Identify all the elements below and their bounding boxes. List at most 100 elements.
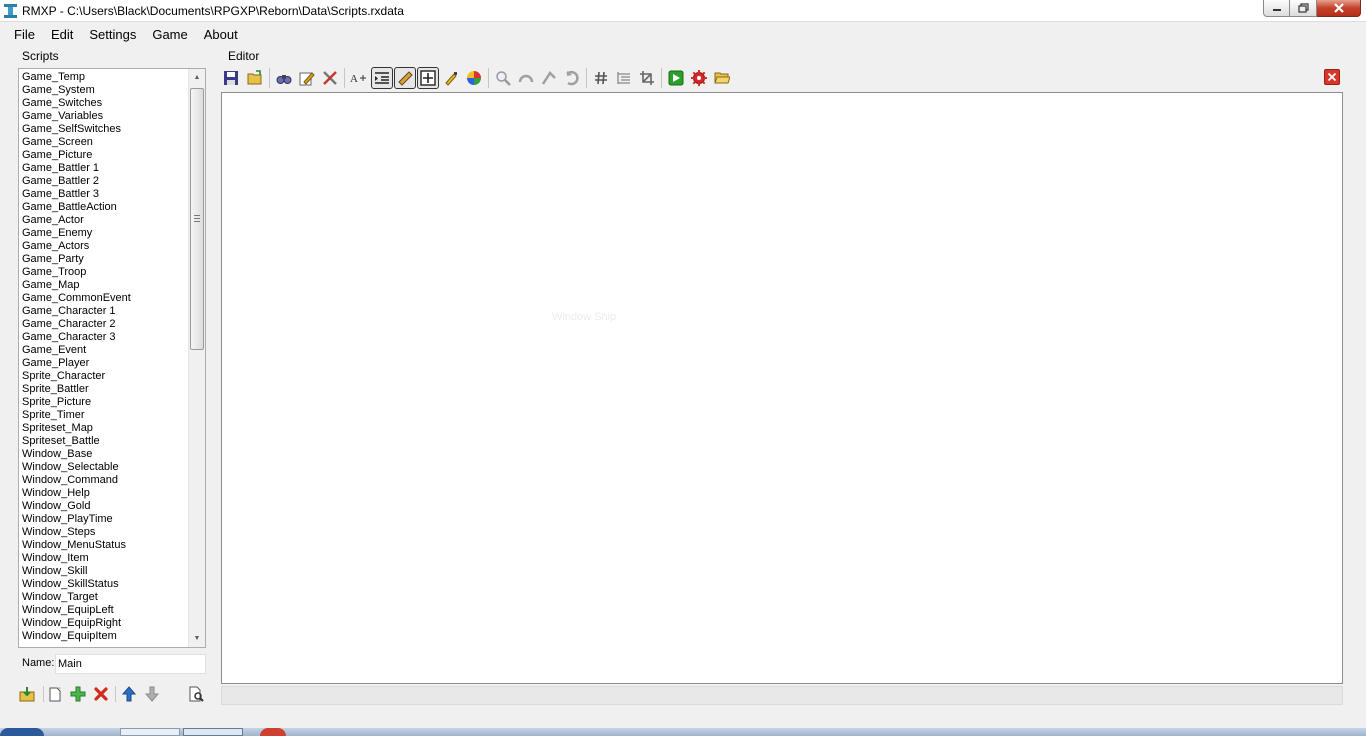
color-button[interactable]: [463, 67, 485, 89]
list-item[interactable]: Window_SkillStatus: [19, 578, 187, 591]
add-script-button[interactable]: [68, 684, 88, 704]
list-item[interactable]: Game_BattleAction: [19, 201, 187, 214]
scroll-up-arrow-icon[interactable]: ▲: [189, 69, 205, 86]
menu-game[interactable]: Game: [144, 23, 195, 45]
list-item[interactable]: Window_EquipRight: [19, 617, 187, 630]
list-item[interactable]: Game_Character 3: [19, 331, 187, 344]
scripts-scrollbar[interactable]: ▲ ▼: [188, 69, 205, 647]
list-item[interactable]: Window_Skill: [19, 565, 187, 578]
list-item[interactable]: Game_Picture: [19, 149, 187, 162]
font-button[interactable]: A: [348, 67, 370, 89]
menu-bar: File Edit Settings Game About: [0, 23, 246, 45]
menu-file[interactable]: File: [0, 23, 43, 45]
menu-settings[interactable]: Settings: [81, 23, 144, 45]
plus-icon: [70, 686, 86, 702]
crop-button[interactable]: [636, 67, 658, 89]
list-item[interactable]: Game_Player: [19, 357, 187, 370]
redo-button[interactable]: [561, 67, 583, 89]
word-wrap-toggle-button[interactable]: [394, 67, 416, 89]
list-item[interactable]: Spriteset_Map: [19, 422, 187, 435]
list-item[interactable]: Sprite_Character: [19, 370, 187, 383]
zoom-button[interactable]: [492, 67, 514, 89]
highlight-button[interactable]: [440, 67, 462, 89]
maximize-button[interactable]: [1290, 0, 1317, 17]
list-item[interactable]: Game_Enemy: [19, 227, 187, 240]
scripts-list[interactable]: Game_Temp Game_System Game_Switches Game_Va…: [18, 68, 206, 648]
code-editor[interactable]: Window Snip: [221, 92, 1343, 684]
list-item[interactable]: Game_CommonEvent: [19, 292, 187, 305]
list-item[interactable]: Game_Character 1: [19, 305, 187, 318]
goto-button[interactable]: [538, 67, 560, 89]
list-item[interactable]: Game_Troop: [19, 266, 187, 279]
find-script-button[interactable]: [186, 684, 206, 704]
delete-script-button[interactable]: [91, 684, 111, 704]
move-down-button[interactable]: [142, 684, 162, 704]
minimize-button[interactable]: [1263, 0, 1290, 17]
outline-button[interactable]: [613, 67, 635, 89]
list-item[interactable]: Window_EquipItem: [19, 630, 187, 643]
folder-icon: [714, 72, 730, 84]
list-item[interactable]: Sprite_Timer: [19, 409, 187, 422]
list-item[interactable]: Window_Base: [19, 448, 187, 461]
list-item[interactable]: Game_Switches: [19, 97, 187, 110]
list-item[interactable]: Window_Help: [19, 487, 187, 500]
list-item[interactable]: Window_Gold: [19, 500, 187, 513]
list-item[interactable]: Window_Item: [19, 552, 187, 565]
list-item[interactable]: Window_EquipLeft: [19, 604, 187, 617]
list-item[interactable]: Game_Battler 1: [19, 162, 187, 175]
binoculars-icon: [276, 75, 292, 84]
scrollbar-thumb[interactable]: [190, 88, 204, 350]
import-script-button[interactable]: [17, 684, 37, 704]
hash-icon: [595, 71, 607, 85]
menu-edit[interactable]: Edit: [43, 23, 81, 45]
list-item[interactable]: Spriteset_Battle: [19, 435, 187, 448]
list-item[interactable]: Game_Event: [19, 344, 187, 357]
list-item[interactable]: Game_System: [19, 84, 187, 97]
line-numbers-button[interactable]: [590, 67, 612, 89]
list-item[interactable]: Window_Target: [19, 591, 187, 604]
move-up-button[interactable]: [119, 684, 139, 704]
open-button[interactable]: [244, 67, 266, 89]
settings-button[interactable]: [688, 67, 710, 89]
taskbar-app-icon[interactable]: [260, 728, 286, 736]
grid-toggle-button[interactable]: [417, 67, 439, 89]
list-item[interactable]: Window_Command: [19, 474, 187, 487]
menu-about[interactable]: About: [196, 23, 246, 45]
tools-button[interactable]: [319, 67, 341, 89]
list-item[interactable]: Game_Battler 2: [19, 175, 187, 188]
open-folder-button[interactable]: [711, 67, 733, 89]
edit-button[interactable]: [296, 67, 318, 89]
list-item[interactable]: Sprite_Battler: [19, 383, 187, 396]
close-editor-button[interactable]: [1324, 69, 1340, 85]
list-item[interactable]: Game_Screen: [19, 136, 187, 149]
list-item[interactable]: Game_Temp: [19, 71, 187, 84]
scroll-down-arrow-icon[interactable]: ▼: [189, 630, 205, 647]
list-item[interactable]: Window_MenuStatus: [19, 539, 187, 552]
scrollbar-grip-icon: [194, 215, 200, 222]
taskbar-button[interactable]: [120, 728, 180, 736]
toolbar-separator: [661, 68, 662, 88]
start-orb-icon[interactable]: [0, 728, 44, 736]
save-button[interactable]: [220, 67, 242, 89]
list-item[interactable]: Window_PlayTime: [19, 513, 187, 526]
taskbar-button[interactable]: [183, 728, 243, 736]
list-item[interactable]: Window_Steps: [19, 526, 187, 539]
new-script-button[interactable]: [45, 684, 65, 704]
list-item[interactable]: Game_Variables: [19, 110, 187, 123]
list-item[interactable]: Game_Party: [19, 253, 187, 266]
list-item[interactable]: Window_Selectable: [19, 461, 187, 474]
list-item[interactable]: Game_Actor: [19, 214, 187, 227]
undo-button[interactable]: [515, 67, 537, 89]
script-name-input[interactable]: [55, 654, 206, 674]
replace-button[interactable]: [273, 67, 295, 89]
close-button[interactable]: [1317, 0, 1361, 17]
playtest-button[interactable]: [665, 67, 687, 89]
list-item[interactable]: Game_Actors: [19, 240, 187, 253]
magnifier-icon: [496, 71, 511, 86]
list-item[interactable]: Game_Character 2: [19, 318, 187, 331]
list-item[interactable]: Game_Battler 3: [19, 188, 187, 201]
indent-toggle-button[interactable]: [371, 67, 393, 89]
list-item[interactable]: Sprite_Picture: [19, 396, 187, 409]
list-item[interactable]: Game_Map: [19, 279, 187, 292]
list-item[interactable]: Game_SelfSwitches: [19, 123, 187, 136]
